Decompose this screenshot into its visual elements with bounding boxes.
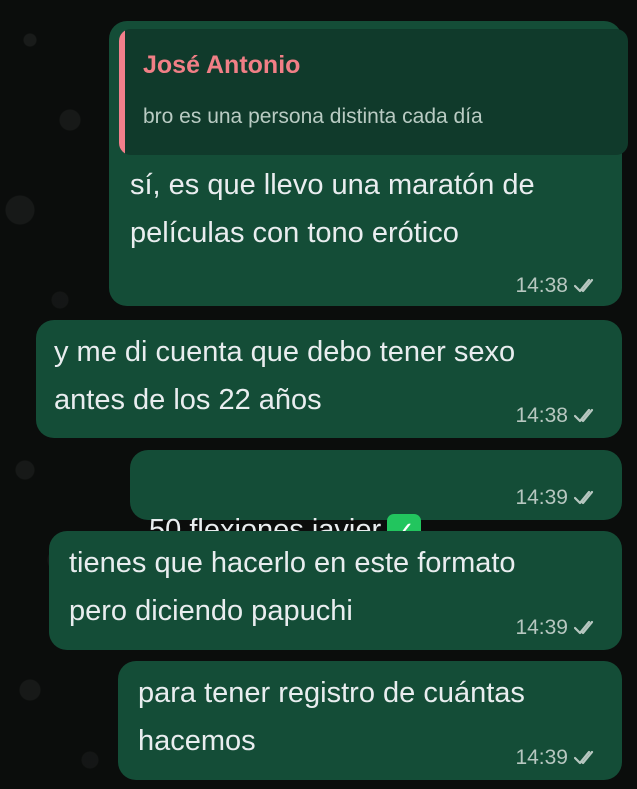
message-time: 14:38 <box>515 404 568 427</box>
message-text: sí, es que llevo una maratón de película… <box>130 169 535 249</box>
message-time: 14:38 <box>515 274 568 297</box>
quote-author: José Antonio <box>143 51 301 79</box>
message-meta: 14:39 <box>515 616 600 640</box>
message-meta: 14:39 <box>515 746 600 770</box>
message-meta: 14:38 <box>515 274 600 298</box>
message-bubble-3[interactable]: 50 flexiones javier✓ 14:39 <box>130 450 622 549</box>
message-bubble-5[interactable]: para tener registro de cuántas hacemos 1… <box>118 661 622 780</box>
double-check-icon <box>574 620 594 635</box>
double-check-icon <box>574 278 594 293</box>
message-meta: 14:38 <box>515 404 600 428</box>
message-text: tienes que hacerlo en este formato pero … <box>69 547 516 627</box>
message-time: 14:39 <box>515 616 568 639</box>
quoted-message[interactable]: José Antonio bro es una persona distinta… <box>119 29 628 155</box>
quote-accent-bar <box>119 29 125 155</box>
message-meta: 14:39 <box>515 486 600 510</box>
message-text: y me di cuenta que debo tener sexo antes… <box>54 336 516 416</box>
quote-text: bro es una persona distinta cada día <box>143 105 483 128</box>
message-text: para tener registro de cuántas hacemos <box>138 677 525 757</box>
message-time: 14:39 <box>515 486 568 509</box>
message-bubble-1[interactable]: José Antonio bro es una persona distinta… <box>109 21 628 306</box>
double-check-icon <box>574 408 594 423</box>
message-bubble-4[interactable]: tienes que hacerlo en este formato pero … <box>49 531 622 650</box>
double-check-icon <box>574 490 594 505</box>
message-time: 14:39 <box>515 746 568 769</box>
message-bubble-2[interactable]: y me di cuenta que debo tener sexo antes… <box>36 320 622 438</box>
double-check-icon <box>574 750 594 765</box>
